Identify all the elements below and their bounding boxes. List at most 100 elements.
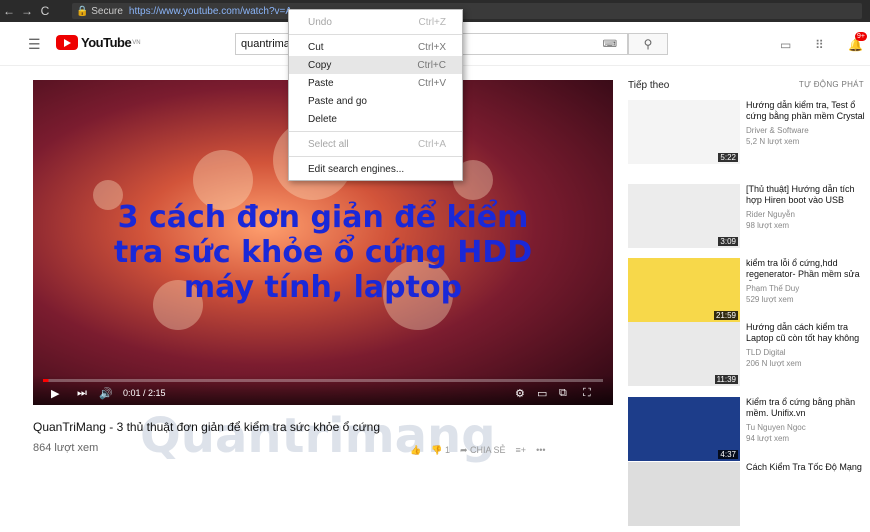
menu-item-label: Paste	[308, 77, 334, 89]
menu-item-label: Select all	[308, 138, 349, 150]
settings-gear-icon[interactable]: ⚙	[515, 387, 525, 400]
channel-name: Driver & Software	[746, 126, 809, 135]
menu-separator	[289, 131, 462, 132]
keyboard-icon[interactable]: ⌨	[603, 39, 617, 50]
dislike-button[interactable]: 👎 1	[431, 445, 450, 456]
reload-icon[interactable]: C	[36, 4, 54, 18]
menu-item-shortcut: Ctrl+A	[417, 138, 446, 150]
recommended-video[interactable]: 11:39 Hướng dẫn cách kiểm tra Laptop cũ c…	[628, 322, 870, 392]
recommended-video[interactable]: 21:59 kiểm tra lỗi ổ cứng,hdd regenerator…	[628, 258, 870, 328]
up-next-sidebar: Tiếp theo TỰ ĐỘNG PHÁT	[628, 80, 868, 91]
video-card-title: Hướng dẫn cách kiểm tra Laptop cũ còn tố…	[746, 322, 860, 343]
menu-separator	[289, 156, 462, 157]
dislike-count: 1	[444, 445, 450, 455]
channel-name: Phạm Thế Duy	[746, 284, 800, 293]
share-label: CHIA SẺ	[470, 445, 506, 455]
secure-lock-icon: 🔒 Secure	[76, 5, 123, 17]
video-thumbnail[interactable]: 3:09	[628, 184, 740, 248]
video-card-views: 98 lượt xem	[746, 221, 790, 230]
menu-item-paste-and-go[interactable]: Paste and go	[289, 92, 462, 110]
video-card-views: 5,2 N lượt xem	[746, 137, 800, 146]
share-button[interactable]: ➦ CHIA SẺ	[460, 445, 506, 456]
region-label: VN	[132, 39, 141, 46]
menu-separator	[289, 34, 462, 35]
video-card-title: Cách Kiểm Tra Tốc Độ Mạng	[746, 462, 862, 472]
recommended-video[interactable]: 3:09 [Thủ thuật] Hướng dẫn tích hợp Hiren…	[628, 184, 870, 254]
progress-bar[interactable]	[43, 379, 603, 382]
menu-item-paste[interactable]: Paste Ctrl+V	[289, 74, 462, 92]
menu-item-edit-search-engines[interactable]: Edit search engines...	[289, 160, 462, 178]
recommended-video[interactable]: 4:37 Kiểm tra ổ cứng bằng phần mềm. Unifi…	[628, 397, 870, 467]
overlay-line: máy tính, laptop	[183, 270, 463, 305]
menu-item-undo: Undo Ctrl+Z	[289, 13, 462, 31]
video-actions: 👍 👎 1 ➦ CHIA SẺ ≡+ •••	[410, 445, 546, 456]
context-menu: Undo Ctrl+Z Cut Ctrl+X Copy Ctrl+C Paste Ctrl+V…	[288, 9, 463, 181]
view-count: 864 lượt xem	[33, 442, 99, 454]
duration-badge: 21:59	[713, 311, 738, 320]
logo-text: YouTube	[81, 35, 132, 50]
secure-label: Secure	[91, 5, 123, 17]
sidebar-header: Tiếp theo TỰ ĐỘNG PHÁT	[628, 80, 868, 91]
menu-item-shortcut: Ctrl+Z	[418, 16, 447, 28]
search-icon: ⚲	[643, 37, 653, 51]
video-thumbnail[interactable]: 11:39	[628, 322, 740, 386]
menu-item-select-all: Select all Ctrl+A	[289, 135, 462, 153]
video-thumbnail[interactable]: 4:37	[628, 397, 740, 461]
menu-item-label: Undo	[308, 16, 332, 28]
theater-mode-icon[interactable]: ▭	[537, 387, 547, 400]
next-icon[interactable]: ⏭	[77, 387, 87, 400]
menu-item-cut[interactable]: Cut Ctrl+X	[289, 38, 462, 56]
youtube-logo[interactable]: YouTube VN	[56, 35, 141, 50]
duration-badge: 11:39	[714, 375, 738, 384]
menu-item-label: Paste and go	[308, 95, 367, 107]
add-to-playlist-icon[interactable]: ≡+	[516, 445, 527, 456]
menu-icon[interactable]: ☰	[28, 36, 41, 53]
duration-badge: 4:37	[718, 450, 738, 459]
autoplay-toggle[interactable]: TỰ ĐỘNG PHÁT	[799, 80, 864, 91]
address-bar[interactable]: 🔒 Secure https://www.youtube.com/watch?v…	[72, 3, 862, 19]
channel-name: Tu Nguyen Ngoc	[746, 423, 806, 432]
player-controls: ▶ ⏭ 🔊 0:01 / 2:15 ⚙ ▭ ⧉ ⛶	[33, 375, 613, 405]
video-card-views: 94 lượt xem	[746, 434, 790, 443]
play-icon[interactable]: ▶	[51, 387, 59, 400]
time-display: 0:01 / 2:15	[123, 388, 166, 398]
video-card-title: [Thủ thuật] Hướng dẫn tích hợp Hiren boo…	[746, 184, 855, 205]
duration-badge: 3:09	[718, 237, 738, 246]
menu-item-label: Delete	[308, 113, 337, 125]
like-icon[interactable]: 👍	[410, 445, 421, 456]
duration-badge: 5:22	[718, 153, 738, 162]
share-icon: ➦	[459, 445, 468, 455]
overlay-line: 3 cách đơn giản để kiểm	[117, 200, 529, 235]
menu-item-delete[interactable]: Delete	[289, 110, 462, 128]
video-card-title: Hướng dẫn kiểm tra, Test ổ cứng bằng phầ…	[746, 100, 865, 121]
recommended-video[interactable]: Cách Kiểm Tra Tốc Độ Mạng	[628, 462, 870, 532]
search-button[interactable]: ⚲	[628, 33, 668, 55]
forward-arrow-icon[interactable]: →	[18, 4, 36, 18]
apps-grid-icon[interactable]: ⠿	[815, 38, 824, 52]
menu-item-label: Cut	[308, 41, 324, 53]
fullscreen-icon[interactable]: ⛶	[583, 387, 591, 400]
video-thumbnail[interactable]: 21:59	[628, 258, 740, 322]
recommended-video[interactable]: 5:22 Hướng dẫn kiểm tra, Test ổ cứng bằng…	[628, 100, 870, 170]
more-icon[interactable]: •••	[536, 445, 545, 456]
menu-item-copy[interactable]: Copy Ctrl+C	[289, 56, 462, 74]
menu-item-label: Edit search engines...	[308, 163, 405, 175]
video-card-views: 206 N lượt xem	[746, 359, 802, 368]
volume-icon[interactable]: 🔊	[99, 387, 113, 400]
up-next-label: Tiếp theo	[628, 80, 670, 91]
dislike-icon: 👎	[431, 445, 443, 455]
video-title: QuanTriMang - 3 thủ thuật đơn giản để ki…	[33, 420, 381, 434]
video-overlay-title: 3 cách đơn giản để kiểm tra sức khỏe ổ c…	[33, 200, 613, 305]
youtube-play-icon	[56, 35, 78, 50]
video-thumbnail[interactable]: 5:22	[628, 100, 740, 164]
cast-icon[interactable]: ⧉	[559, 387, 567, 400]
back-arrow-icon[interactable]: ←	[0, 4, 18, 18]
menu-item-shortcut: Ctrl+C	[417, 59, 446, 71]
video-card-title: Kiểm tra ổ cứng bằng phần mềm. Unifix.vn	[746, 397, 856, 418]
search-value: quantrima	[241, 38, 290, 50]
video-camera-icon[interactable]: ▭	[780, 38, 791, 52]
video-card-views: 529 lượt xem	[746, 295, 794, 304]
channel-name: Rider Nguyễn	[746, 210, 795, 219]
menu-item-shortcut: Ctrl+V	[417, 77, 446, 89]
channel-name: TLD Digital	[746, 348, 786, 357]
